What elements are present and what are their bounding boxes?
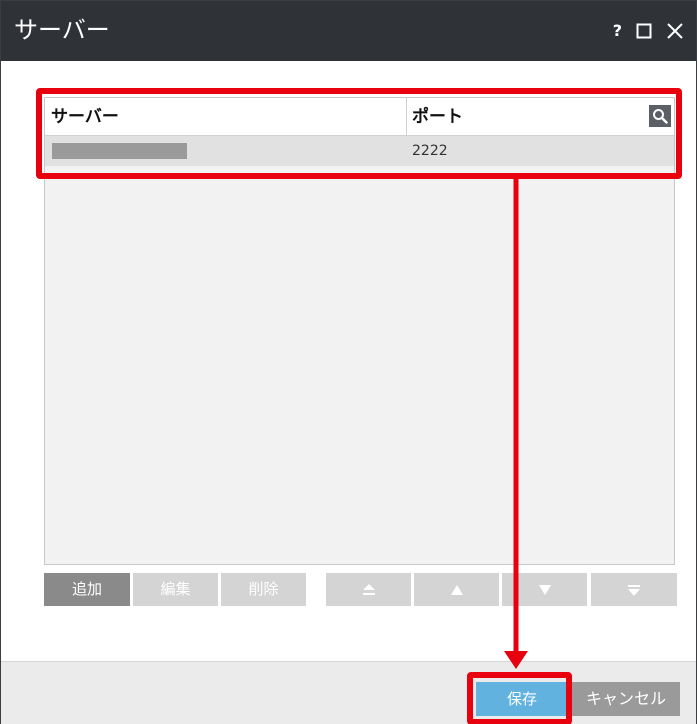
column-divider[interactable] bbox=[406, 98, 407, 136]
move-bottom-icon bbox=[628, 584, 640, 596]
column-header-port[interactable]: ポート bbox=[412, 98, 642, 136]
edit-button[interactable]: 編集 bbox=[133, 573, 218, 606]
move-top-icon bbox=[362, 583, 375, 595]
dialog-title: サーバー bbox=[14, 16, 110, 44]
cancel-button[interactable]: キャンセル bbox=[572, 682, 680, 716]
maximize-icon[interactable] bbox=[636, 23, 652, 39]
server-dialog: サーバー ? サーバー ポート 2222 追加 編集 削除 保存 キャンセル bbox=[0, 0, 697, 724]
move-up-icon bbox=[450, 584, 463, 595]
move-top-button[interactable] bbox=[326, 573, 411, 606]
add-button[interactable]: 追加 bbox=[44, 573, 130, 606]
search-icon[interactable] bbox=[649, 105, 671, 127]
move-up-button[interactable] bbox=[414, 573, 499, 606]
table-header: サーバー ポート bbox=[45, 98, 674, 136]
move-down-icon bbox=[538, 584, 551, 595]
move-bottom-button[interactable] bbox=[591, 573, 677, 606]
table-row[interactable]: 2222 bbox=[45, 136, 674, 166]
port-cell: 2222 bbox=[412, 143, 448, 159]
help-icon[interactable]: ? bbox=[613, 19, 622, 43]
close-icon[interactable] bbox=[666, 22, 684, 40]
title-bar: サーバー ? bbox=[1, 1, 696, 61]
server-table: サーバー ポート 2222 bbox=[44, 97, 675, 565]
delete-button[interactable]: 削除 bbox=[221, 573, 306, 606]
server-cell-redacted bbox=[52, 143, 187, 159]
move-down-button[interactable] bbox=[502, 573, 587, 606]
title-bar-controls: ? bbox=[613, 19, 684, 43]
column-header-server[interactable]: サーバー bbox=[51, 98, 401, 136]
list-toolbar: 追加 編集 削除 bbox=[44, 573, 677, 606]
save-button[interactable]: 保存 bbox=[476, 682, 568, 716]
